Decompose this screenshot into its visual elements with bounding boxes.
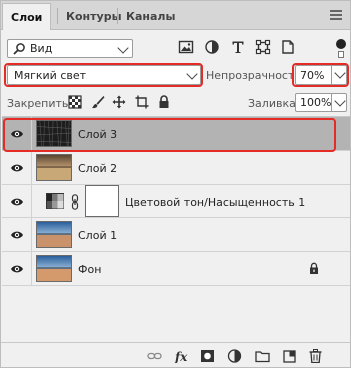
fill-input[interactable]: 100% [295, 93, 347, 112]
lock-artboard-icon[interactable] [135, 95, 149, 109]
link-layers-icon[interactable] [147, 349, 162, 363]
selected-layer-highlight [3, 118, 336, 152]
filter-toggle-icon[interactable] [336, 39, 346, 49]
new-adjustment-layer-icon[interactable] [227, 349, 242, 363]
lock-icon[interactable] [308, 262, 320, 275]
lock-all-icon[interactable] [157, 95, 171, 109]
layer-name: Цветовой тон/Насыщенность 1 [125, 196, 306, 209]
chevron-down-icon [117, 42, 129, 54]
lock-label: Закрепить: [7, 97, 73, 110]
adjustment-filter-icon[interactable] [204, 39, 220, 55]
layer-mask-thumbnail[interactable] [85, 185, 119, 217]
lock-image-pixels-brush-icon[interactable] [91, 95, 105, 109]
eye-icon [11, 164, 23, 172]
panel-tab-bar: Слои Контуры Каналы [1, 1, 350, 30]
link-chain-icon[interactable] [70, 194, 80, 210]
visibility-toggle[interactable] [2, 218, 32, 252]
fill-label: Заливка: [248, 97, 300, 110]
tab-layers[interactable]: Слои [2, 3, 52, 30]
hue-saturation-adjustment-icon [46, 193, 64, 209]
layer-row[interactable]: Цветовой тон/Насыщенность 1 [2, 185, 350, 218]
eye-icon [11, 198, 23, 206]
fill-value: 100% [300, 96, 332, 109]
blend-mode-highlight [4, 63, 203, 87]
smart-object-filter-icon[interactable] [280, 39, 296, 55]
lock-transparent-pixels-icon[interactable] [68, 95, 82, 109]
visibility-toggle[interactable] [2, 151, 32, 185]
layer-row[interactable]: Слой 2 [2, 151, 350, 185]
opacity-highlight [292, 63, 349, 87]
layer-thumbnail [36, 154, 72, 181]
new-group-folder-icon[interactable] [255, 349, 270, 363]
filter-label: Вид [30, 42, 53, 55]
layer-thumbnail [36, 221, 72, 248]
layer-row[interactable]: Слой 1 [2, 218, 350, 252]
search-icon [13, 43, 25, 55]
lock-position-move-icon[interactable] [112, 95, 126, 109]
new-layer-icon[interactable] [282, 349, 297, 363]
type-filter-icon[interactable] [230, 39, 246, 55]
trash-delete-icon[interactable] [308, 349, 323, 363]
layer-name: Слой 1 [78, 229, 118, 242]
layers-panel: Слои Контуры Каналы Вид Мягкий свет Непр… [0, 0, 351, 368]
layer-thumbnail [36, 255, 72, 282]
layers-bottom-toolbar: fx [1, 342, 350, 367]
visibility-toggle[interactable] [2, 252, 32, 286]
opacity-label: Непрозрачность: [206, 69, 305, 82]
chevron-down-icon [334, 95, 346, 107]
layer-name: Фон [78, 263, 102, 276]
layer-row[interactable]: Фон [2, 252, 350, 286]
shape-filter-icon[interactable] [255, 39, 271, 55]
visibility-toggle[interactable] [2, 185, 32, 218]
eye-icon [11, 265, 23, 273]
tab-channels[interactable]: Каналы [118, 3, 183, 30]
fx-layer-style-icon[interactable]: fx [174, 349, 189, 363]
layer-name: Слой 2 [78, 162, 118, 175]
eye-icon [11, 231, 23, 239]
panel-menu-icon[interactable] [330, 10, 342, 20]
fill-dropdown-button[interactable] [331, 94, 347, 111]
filter-toggle-switch[interactable] [338, 51, 344, 58]
svg-text:fx: fx [174, 350, 188, 363]
add-mask-icon[interactable] [200, 349, 215, 363]
pixel-layer-filter-icon[interactable] [178, 39, 194, 55]
layer-filter-select[interactable]: Вид [7, 39, 133, 58]
